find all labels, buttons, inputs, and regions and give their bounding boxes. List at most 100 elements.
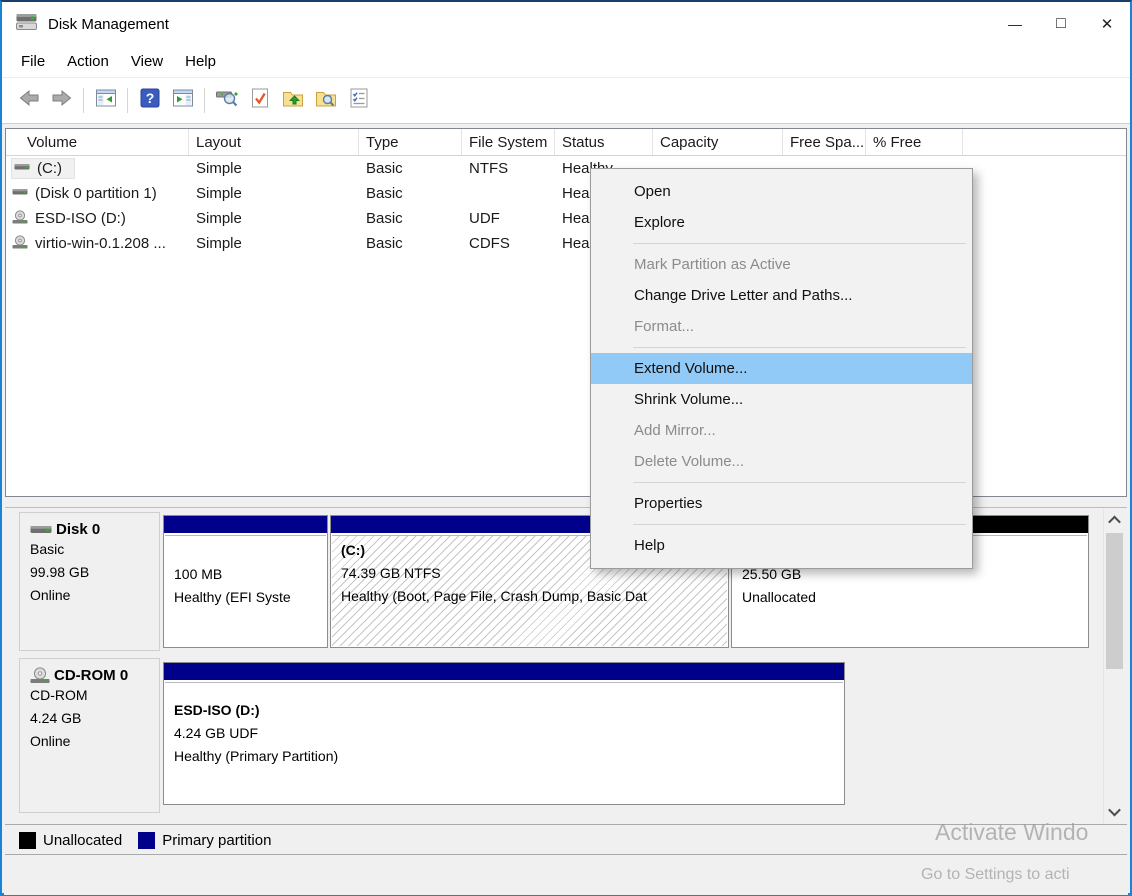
close-button[interactable]: ✕: [1084, 2, 1130, 46]
disk0-label-panel[interactable]: Disk 0 Basic 99.98 GB Online: [19, 512, 160, 651]
column-header-capacity[interactable]: Capacity: [653, 129, 783, 155]
legend-unallocated-label: Unallocated: [43, 832, 122, 849]
column-header-filesystem[interactable]: File System: [462, 129, 555, 155]
volume-name: virtio-win-0.1.208 ...: [35, 235, 166, 252]
volume-list-header: Volume Layout Type File System Status Ca…: [6, 129, 1126, 156]
cdrom0-type: CD-ROM: [30, 684, 159, 707]
volume-name: (Disk 0 partition 1): [35, 185, 157, 202]
rescan-disks-button[interactable]: [210, 84, 243, 118]
toolbar-separator: [127, 88, 128, 113]
column-header-freespace[interactable]: Free Spa...: [783, 129, 866, 155]
check-disk-button[interactable]: [243, 84, 276, 118]
scroll-down-button[interactable]: [1104, 802, 1125, 821]
console-tree-icon: [94, 86, 118, 115]
menu-separator: [633, 243, 966, 244]
action-pane-icon: [171, 86, 195, 115]
disk0-type: Basic: [30, 538, 159, 561]
cdrom0-size: 4.24 GB: [30, 707, 159, 730]
context-menu: Open Explore Mark Partition as Active Ch…: [590, 168, 973, 569]
activate-windows-watermark: Activate Windo: [935, 819, 1088, 846]
minimize-button[interactable]: —: [992, 2, 1038, 46]
menu-item-help[interactable]: Help: [591, 530, 972, 561]
type-cell: Basic: [359, 231, 462, 256]
cdrom0-label-panel[interactable]: CD-ROM 0 CD-ROM 4.24 GB Online: [19, 658, 160, 813]
partition-efi[interactable]: 100 MB Healthy (EFI Syste: [163, 515, 328, 648]
volume-name: ESD-ISO (D:): [35, 210, 126, 227]
menubar: File Action View Help: [2, 46, 1130, 77]
filesystem-cell: UDF: [462, 206, 555, 231]
menu-item-format: Format...: [591, 311, 972, 342]
partition-size: 4.24 GB UDF: [174, 722, 843, 745]
volume-cell: (Disk 0 partition 1): [6, 181, 189, 206]
app-disk-icon: [14, 11, 39, 37]
menu-file[interactable]: File: [10, 49, 56, 74]
scroll-up-button[interactable]: [1104, 511, 1125, 530]
back-button[interactable]: [12, 84, 45, 118]
menu-item-properties[interactable]: Properties: [591, 488, 972, 519]
menu-separator: [633, 524, 966, 525]
menu-item-open[interactable]: Open: [591, 176, 972, 207]
disk-search-icon: [215, 86, 239, 115]
menu-item-shrink-volume[interactable]: Shrink Volume...: [591, 384, 972, 415]
back-icon: [17, 86, 41, 115]
menu-item-add-mirror: Add Mirror...: [591, 415, 972, 446]
window-controls: — □ ✕: [992, 2, 1130, 46]
show-console-tree-button[interactable]: [89, 84, 122, 118]
cdrom0-name: CD-ROM 0: [30, 667, 159, 684]
layout-cell: Simple: [189, 206, 359, 231]
toolbar-separator: [83, 88, 84, 113]
folder-upload-button[interactable]: [276, 84, 309, 118]
folder-search-button[interactable]: [309, 84, 342, 118]
vertical-scrollbar[interactable]: [1103, 509, 1125, 823]
volume-cell: virtio-win-0.1.208 ...: [6, 231, 189, 256]
activate-windows-watermark-sub: Go to Settings to acti: [921, 866, 1070, 884]
menu-separator: [633, 347, 966, 348]
toolbar-separator: [204, 88, 205, 113]
layout-cell: Simple: [189, 231, 359, 256]
forward-button[interactable]: [45, 84, 78, 118]
partition-status: Healthy (Primary Partition): [174, 745, 843, 768]
primary-partition-swatch: [138, 832, 155, 849]
column-header-filler: [963, 129, 1126, 155]
menu-item-explore[interactable]: Explore: [591, 207, 972, 238]
column-header-type[interactable]: Type: [359, 129, 462, 155]
menu-item-delete-volume: Delete Volume...: [591, 446, 972, 477]
selected-volume: (C:): [12, 159, 74, 178]
disk0-status: Online: [30, 584, 159, 607]
type-cell: Basic: [359, 156, 462, 181]
task-check-icon: [248, 86, 272, 115]
menu-item-change-drive-letter[interactable]: Change Drive Letter and Paths...: [591, 280, 972, 311]
disk-icon: [12, 185, 28, 202]
filesystem-cell: NTFS: [462, 156, 555, 181]
filesystem-cell: CDFS: [462, 231, 555, 256]
partition-band: [164, 516, 327, 533]
show-action-pane-button[interactable]: [166, 84, 199, 118]
partition-esd-iso[interactable]: ESD-ISO (D:) 4.24 GB UDF Healthy (Primar…: [163, 662, 845, 805]
volume-cell: (C:): [6, 156, 189, 181]
column-header-status[interactable]: Status: [555, 129, 653, 155]
partition-band: [164, 663, 844, 680]
folder-up-icon: [281, 86, 305, 115]
window-title: Disk Management: [48, 16, 169, 33]
menu-item-extend-volume[interactable]: Extend Volume...: [591, 353, 972, 384]
titlebar: Disk Management — □ ✕: [2, 2, 1130, 46]
disk-icon: [30, 523, 52, 536]
filesystem-cell: [462, 181, 555, 206]
checklist-button[interactable]: [342, 84, 375, 118]
column-header-layout[interactable]: Layout: [189, 129, 359, 155]
volume-cell: ESD-ISO (D:): [6, 206, 189, 231]
partition-title: ESD-ISO (D:): [174, 699, 843, 722]
cd-icon: [30, 667, 50, 684]
layout-cell: Simple: [189, 156, 359, 181]
menu-help[interactable]: Help: [174, 49, 227, 74]
maximize-button[interactable]: □: [1038, 2, 1084, 46]
help-button[interactable]: ?: [133, 84, 166, 118]
column-header-percentfree[interactable]: % Free: [866, 129, 963, 155]
type-cell: Basic: [359, 181, 462, 206]
menu-action[interactable]: Action: [56, 49, 120, 74]
menu-view[interactable]: View: [120, 49, 174, 74]
forward-icon: [50, 86, 74, 115]
column-header-volume[interactable]: Volume: [6, 129, 189, 155]
disk-management-window: Disk Management — □ ✕ File Action View H…: [0, 0, 1132, 896]
scrollbar-thumb[interactable]: [1106, 533, 1123, 669]
